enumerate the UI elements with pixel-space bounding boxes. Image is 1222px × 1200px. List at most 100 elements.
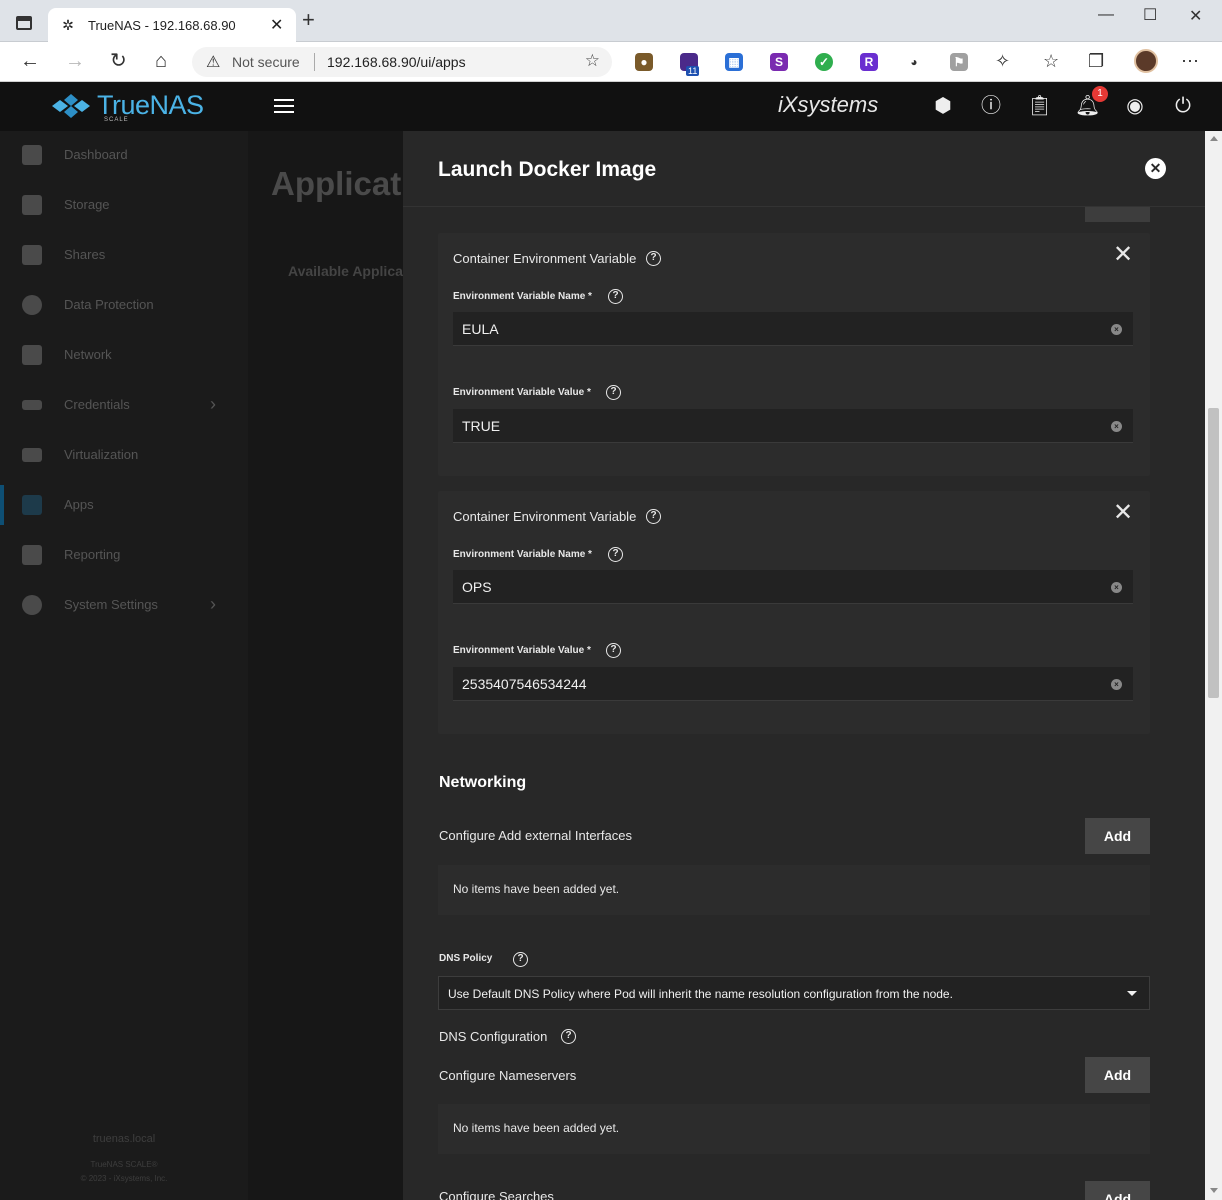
profile-avatar[interactable]	[1134, 49, 1158, 73]
sidebar-item-virtualization[interactable]: Virtualization	[0, 435, 248, 475]
sidebar-item-system-settings[interactable]: System Settings ›	[0, 585, 248, 625]
gear-icon	[22, 595, 42, 615]
ixsystems-logo[interactable]: iXsystems	[778, 92, 878, 118]
env-value-input[interactable]: 2535407546534244 ×	[453, 667, 1133, 701]
close-icon[interactable]: ✕	[1145, 158, 1166, 179]
remove-env-icon[interactable]: ✕	[1113, 243, 1133, 267]
browser-tab[interactable]: ✲ TrueNAS - 192.168.68.90 ✕	[48, 8, 296, 42]
scroll-down-icon[interactable]	[1210, 1188, 1218, 1193]
extension-s-icon[interactable]: S	[770, 53, 788, 71]
env-value-input[interactable]: TRUE ×	[453, 409, 1133, 443]
sidebar-item-label: Dashboard	[64, 147, 128, 162]
tab-actions-icon[interactable]	[16, 16, 32, 30]
scroll-up-icon[interactable]	[1210, 136, 1218, 141]
reload-icon[interactable]: ↻	[110, 50, 127, 72]
searches-label: Configure Searches	[439, 1189, 554, 1200]
info-icon[interactable]: ⓘ	[979, 94, 1003, 118]
sidebar-item-label: Reporting	[64, 547, 121, 562]
address-bar[interactable]: ⚠ Not secure 192.168.68.90/ui/apps ☆	[192, 47, 612, 77]
clear-icon[interactable]: ×	[1111, 324, 1122, 335]
env-name-input[interactable]: EULA ×	[453, 312, 1133, 346]
favorite-add-icon[interactable]: ☆	[585, 51, 600, 71]
sidebar-item-label: Apps	[64, 497, 94, 512]
extension-dog-icon[interactable]: ◕	[905, 53, 923, 71]
product-name: TrueNAS SCALE®	[90, 1160, 158, 1169]
help-icon[interactable]: ?	[606, 643, 621, 658]
sidebar-item-label: Shares	[64, 247, 106, 262]
select-value: Use Default DNS Policy where Pod will in…	[448, 987, 953, 1001]
notification-badge: 1	[1092, 86, 1108, 102]
sidebar-item-reporting[interactable]: Reporting	[0, 535, 248, 575]
field-label: Environment Variable Value *	[453, 645, 591, 656]
window-close-icon[interactable]: ✕	[1189, 6, 1202, 26]
sidebar-item-label: System Settings	[64, 597, 158, 612]
card-title: Container Environment Variable	[453, 251, 637, 266]
clear-icon[interactable]: ×	[1111, 421, 1122, 432]
storage-icon	[22, 195, 42, 215]
power-icon[interactable]: ⏻	[1171, 94, 1195, 118]
env-name-input[interactable]: OPS ×	[453, 570, 1133, 604]
user-account-icon[interactable]: ◉	[1123, 94, 1147, 118]
clear-icon[interactable]: ×	[1111, 679, 1122, 690]
extension-grid-icon[interactable]: ▦	[725, 53, 743, 71]
url-text[interactable]: 192.168.68.90/ui/apps	[327, 54, 466, 70]
back-icon[interactable]: ←	[20, 50, 40, 72]
help-icon[interactable]: ?	[561, 1029, 576, 1044]
help-icon[interactable]: ?	[646, 251, 661, 266]
home-icon[interactable]: ⌂	[155, 50, 167, 72]
dns-policy-select[interactable]: Use Default DNS Policy where Pod will in…	[438, 976, 1150, 1010]
tab-title: TrueNAS - 192.168.68.90	[88, 18, 236, 33]
sidebar-item-apps[interactable]: Apps	[0, 485, 248, 525]
empty-text: No items have been added yet.	[453, 882, 620, 896]
menu-toggle-icon[interactable]	[274, 99, 294, 113]
sidebar-item-storage[interactable]: Storage	[0, 185, 248, 225]
external-interfaces-list: No items have been added yet.	[438, 865, 1150, 915]
more-menu-icon[interactable]: ⋯	[1181, 51, 1199, 72]
tab-close-icon[interactable]: ✕	[270, 15, 283, 35]
sidebar-item-label: Data Protection	[64, 297, 154, 312]
security-label[interactable]: Not secure	[232, 54, 300, 70]
truecommand-icon[interactable]: ⬢	[931, 94, 955, 118]
clipboard-icon[interactable]: 📋︎	[1027, 94, 1052, 118]
sidebar-item-network[interactable]: Network	[0, 335, 248, 375]
key-icon	[22, 400, 42, 410]
extension-flag-icon[interactable]: ⚑	[950, 53, 968, 71]
truenas-logo-icon	[52, 94, 90, 118]
nameservers-label: Configure Nameservers	[439, 1068, 577, 1083]
maximize-icon[interactable]: ☐	[1143, 5, 1157, 25]
logo-subtitle: SCALE	[104, 117, 129, 123]
warning-icon[interactable]: ⚠	[206, 52, 220, 72]
collections-icon[interactable]: ❐	[1088, 51, 1104, 72]
scroll-thumb[interactable]	[1208, 408, 1219, 698]
remove-env-icon[interactable]: ✕	[1113, 501, 1133, 525]
extension-shield-icon[interactable]: ✓	[815, 53, 833, 71]
add-nameserver-button[interactable]: Add	[1085, 1057, 1150, 1093]
sidebar-item-label: Storage	[64, 197, 110, 212]
extension-reader-icon[interactable]: R	[860, 53, 878, 71]
help-icon[interactable]: ?	[513, 952, 528, 967]
help-icon[interactable]: ?	[608, 547, 623, 562]
main-content-dimmed	[248, 131, 403, 1200]
external-interfaces-label: Configure Add external Interfaces	[439, 828, 632, 843]
help-icon[interactable]: ?	[646, 509, 661, 524]
input-value: EULA	[462, 321, 499, 337]
url-divider	[314, 53, 315, 71]
clear-icon[interactable]: ×	[1111, 582, 1122, 593]
add-external-interface-button[interactable]: Add	[1085, 818, 1150, 854]
extensions-icon[interactable]: ✧	[995, 51, 1010, 72]
forward-icon[interactable]: →	[65, 50, 85, 72]
minimize-icon[interactable]: —	[1098, 6, 1114, 24]
sidebar-item-dashboard[interactable]: Dashboard	[0, 135, 248, 175]
input-value: OPS	[462, 579, 492, 595]
sidebar-item-credentials[interactable]: Credentials ›	[0, 385, 248, 425]
sidebar-item-shares[interactable]: Shares	[0, 235, 248, 275]
favorites-icon[interactable]: ☆	[1043, 51, 1059, 72]
help-icon[interactable]: ?	[608, 289, 623, 304]
page-scrollbar[interactable]	[1205, 131, 1222, 1200]
help-icon[interactable]: ?	[606, 385, 621, 400]
chart-icon	[22, 545, 42, 565]
new-tab-icon[interactable]: +	[302, 9, 315, 31]
extension-owl-icon[interactable]: ●	[635, 53, 653, 71]
add-search-button[interactable]: Add	[1085, 1181, 1150, 1200]
sidebar-item-data-protection[interactable]: Data Protection	[0, 285, 248, 325]
